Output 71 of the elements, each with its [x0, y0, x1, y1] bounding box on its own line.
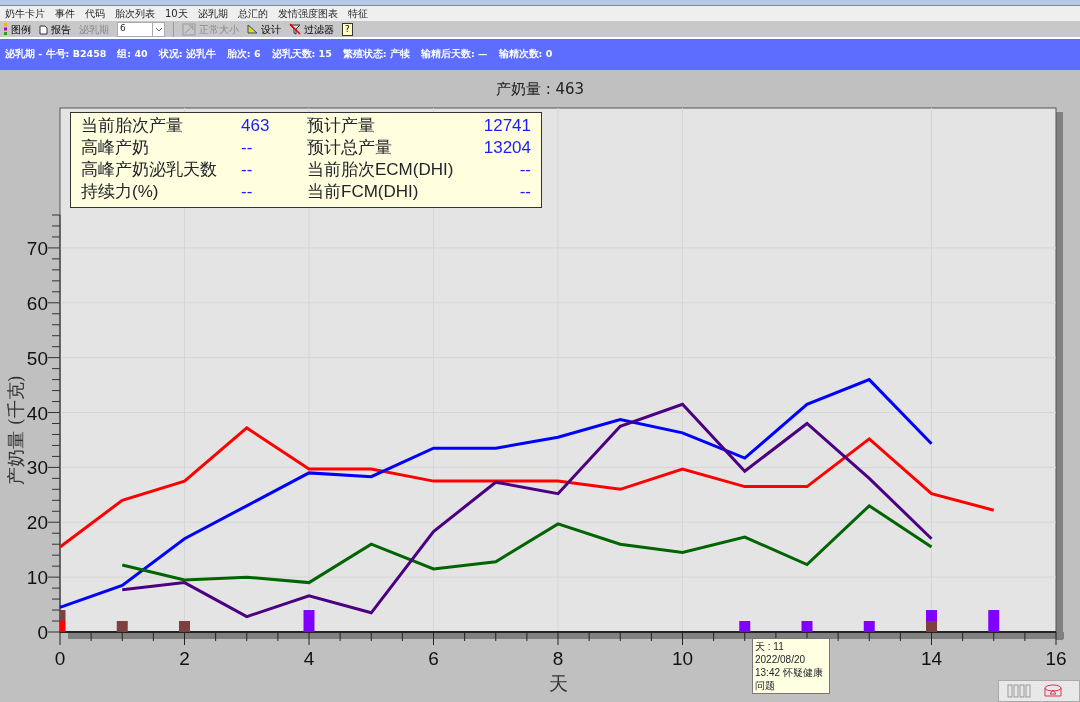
toolbar-button[interactable]: 设计: [247, 21, 281, 37]
menu-item[interactable]: 总汇的: [237, 6, 268, 21]
menu-item[interactable]: 事件: [55, 6, 75, 21]
header-field: 输精后天数: —: [420, 47, 488, 62]
y-tick-label: 30: [26, 457, 48, 479]
cylinder-icon: [1043, 684, 1063, 698]
header-field: 输精次数: 0: [498, 47, 553, 62]
y-tick-label: 0: [37, 622, 48, 643]
legend-icon: [4, 23, 8, 35]
tooltip: 天 : 11 2022/08/20 13:42 怀疑健康 问题: [752, 638, 830, 694]
stat-label: 高峰产奶: [81, 137, 150, 159]
menu-item[interactable]: 泌乳期: [197, 6, 228, 21]
stat-value: --: [241, 181, 254, 203]
stat-value: 12741: [482, 115, 531, 137]
stat-label: 当前胎次ECM(DHI): [307, 159, 455, 181]
y-tick-label: 70: [26, 237, 48, 259]
y-tick-label: 20: [26, 512, 48, 534]
stat-label: 高峰产奶泌乳天数: [81, 159, 218, 181]
stat-value: --: [518, 159, 531, 181]
menu-item[interactable]: 胎次列表: [115, 6, 155, 21]
caret-icon: [152, 22, 164, 36]
y-tick-label: 10: [26, 567, 48, 589]
stat-value: --: [241, 159, 254, 181]
header-field: 胎次: 6: [226, 47, 261, 62]
event-marker[interactable]: [926, 610, 937, 622]
menu-item[interactable]: 发情强度图表: [277, 6, 338, 21]
bars-icon: [1007, 684, 1033, 698]
menu-item[interactable]: 10天: [165, 6, 188, 21]
ruler-icon: [247, 24, 258, 34]
header-field: 组: 40: [117, 47, 148, 62]
toolbar-button[interactable]: 报告: [39, 21, 71, 37]
header-field: 状况: 泌乳牛: [158, 47, 216, 62]
stat-value: --: [241, 137, 254, 159]
toolbar-button[interactable]: 图例: [4, 21, 31, 37]
event-marker[interactable]: [60, 610, 66, 622]
x-tick-label: 0: [54, 648, 66, 669]
stat-label: 持续力(%): [81, 181, 160, 203]
menu-item[interactable]: 代码: [85, 6, 105, 21]
stat-label: 预计产量: [307, 115, 376, 137]
x-tick-label: 4: [303, 648, 315, 669]
toolbar-button[interactable]: 过滤器: [289, 21, 334, 37]
x-tick-label: 16: [1045, 648, 1067, 669]
x-tick-label: 14: [920, 648, 943, 669]
filter-icon: [289, 23, 301, 35]
stat-label: 当前FCM(DHI): [307, 181, 420, 203]
header-field: 繁殖状态: 产犊: [342, 47, 410, 62]
chart-title: 产奶量 : 463: [494, 79, 586, 100]
header-field: 泌乳天数: 15: [271, 47, 332, 62]
y-axis-title: 产奶量 (千克): [5, 375, 26, 485]
menu-item[interactable]: 特征: [347, 6, 368, 21]
number-dropdown[interactable]: 6: [117, 21, 165, 37]
resize-icon: [182, 22, 196, 36]
header-field: 泌乳期 - 牛号: B2458: [5, 47, 107, 62]
x-tick-label: 8: [552, 648, 564, 669]
y-tick-label: 40: [26, 402, 48, 424]
stat-label: 预计总产量: [307, 137, 393, 159]
x-tick-label: 6: [428, 648, 439, 669]
stat-value: 463: [241, 115, 271, 137]
stat-value: 13204: [482, 137, 531, 159]
y-tick-label: 50: [26, 347, 48, 369]
x-tick-label: 10: [671, 648, 694, 669]
menu-item[interactable]: 奶牛卡片: [5, 6, 45, 21]
event-marker[interactable]: [60, 621, 66, 632]
event-marker[interactable]: [303, 610, 315, 622]
x-tick-label: 2: [179, 648, 190, 669]
stat-value: --: [518, 181, 531, 203]
x-axis-title: 天: [548, 672, 568, 694]
event-marker[interactable]: [988, 610, 1000, 622]
help-button[interactable]: ?: [342, 22, 353, 36]
y-tick-label: 60: [26, 292, 48, 314]
stat-label: 当前胎次产量: [81, 115, 184, 137]
